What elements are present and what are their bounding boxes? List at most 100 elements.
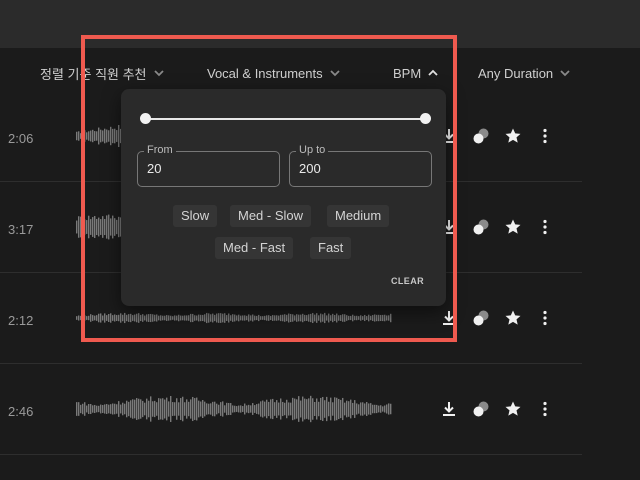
waveform-bar — [164, 399, 166, 419]
waveform-bar — [212, 313, 214, 323]
sort-filter[interactable]: 정렬 기준 직원 추천 — [40, 58, 165, 88]
slider-min-handle[interactable] — [140, 113, 151, 124]
duration-filter[interactable]: Any Duration — [478, 58, 571, 88]
chip-med-fast[interactable]: Med - Fast — [215, 237, 294, 259]
star-icon[interactable] — [504, 309, 522, 327]
waveform-bar — [202, 399, 204, 419]
waveform-bar — [272, 315, 274, 321]
waveform-bar — [160, 315, 162, 321]
waveform-bar — [356, 403, 358, 415]
track-duration: 2:12 — [8, 313, 34, 328]
waveform-bar — [86, 316, 88, 320]
more-vertical-icon[interactable] — [536, 218, 554, 236]
waveform-bar — [166, 315, 168, 321]
waveform-bar — [148, 400, 150, 418]
waveform-bar — [174, 402, 176, 416]
waveform-bar — [114, 128, 116, 144]
waveform-bar — [364, 314, 366, 322]
waveform-bar — [338, 315, 340, 321]
more-vertical-icon[interactable] — [536, 127, 554, 145]
waveform-bar — [354, 315, 356, 321]
bpm-filter[interactable]: BPM — [393, 58, 439, 88]
download-icon[interactable] — [440, 309, 458, 327]
bpm-from-input[interactable] — [147, 161, 267, 176]
waveform-bar — [222, 313, 224, 323]
chip-med-slow[interactable]: Med - Slow — [230, 205, 312, 227]
track-row[interactable]: 2:46 — [0, 364, 582, 455]
star-icon[interactable] — [504, 127, 522, 145]
chip-slow[interactable]: Slow — [173, 205, 218, 227]
waveform-bar — [240, 405, 242, 413]
waveform-bar — [270, 399, 272, 419]
waveform-bar — [236, 406, 238, 412]
waveform-bar — [92, 405, 94, 413]
bpm-range-slider[interactable] — [140, 113, 431, 124]
more-vertical-icon[interactable] — [536, 309, 554, 327]
similar-icon[interactable] — [472, 309, 490, 327]
similar-icon[interactable] — [472, 218, 490, 236]
waveform-bar — [76, 316, 78, 320]
waveform-bar — [308, 314, 310, 322]
waveform-bar — [238, 314, 240, 322]
star-icon[interactable] — [504, 400, 522, 418]
waveform-bar — [256, 404, 258, 414]
waveform-bar — [110, 313, 112, 323]
waveform-bar — [380, 314, 382, 322]
sort-filter-label: 정렬 기준 직원 추천 — [40, 66, 147, 82]
waveform-bar — [324, 312, 326, 324]
waveform-bar — [276, 400, 278, 418]
waveform-bar — [78, 131, 80, 141]
waveform-bar — [258, 314, 260, 322]
waveform-bar — [258, 403, 260, 415]
waveform-bar — [88, 131, 90, 141]
top-bar — [0, 0, 640, 48]
waveform-bar — [294, 398, 296, 420]
waveform-bar — [78, 315, 80, 321]
chip-fast[interactable]: Fast — [310, 237, 352, 259]
waveform-bar — [110, 404, 112, 414]
waveform-bar — [296, 399, 298, 419]
waveform-bar — [328, 313, 330, 323]
waveform-bar — [130, 400, 132, 418]
bpm-from-label: From — [144, 144, 176, 156]
waveform-bar — [226, 315, 228, 321]
waveform-bar — [122, 402, 124, 416]
waveform-bar — [88, 315, 90, 321]
waveform-bar — [288, 402, 290, 416]
bpm-upto-input[interactable] — [299, 161, 419, 176]
download-icon[interactable] — [440, 400, 458, 418]
waveform-bar — [146, 398, 148, 420]
waveform-bar — [80, 133, 82, 139]
waveform-bar — [138, 313, 140, 323]
bpm-upto-field[interactable]: Up to — [289, 144, 432, 187]
waveform[interactable] — [76, 389, 396, 429]
chip-medium[interactable]: Medium — [327, 205, 390, 227]
waveform-bar — [180, 398, 182, 420]
waveform-bar — [262, 316, 264, 320]
waveform-bar — [230, 315, 232, 321]
waveform-bar — [278, 315, 280, 321]
waveform-bar — [160, 398, 162, 420]
waveform-bar — [120, 313, 122, 323]
clear-button[interactable]: CLEAR — [391, 276, 424, 286]
waveform-bar — [210, 403, 212, 415]
bpm-upto-label: Up to — [296, 144, 329, 156]
similar-icon[interactable] — [472, 400, 490, 418]
similar-icon[interactable] — [472, 127, 490, 145]
waveform-bar — [100, 219, 102, 235]
waveform-bar — [370, 403, 372, 415]
track-actions — [440, 309, 554, 327]
slider-max-handle[interactable] — [420, 113, 431, 124]
vocal-filter[interactable]: Vocal & Instruments — [207, 58, 341, 88]
waveform-bar — [106, 215, 108, 239]
star-icon[interactable] — [504, 218, 522, 236]
waveform-bar — [264, 315, 266, 321]
waveform-bar — [194, 315, 196, 321]
waveform-bar — [154, 400, 156, 418]
waveform-bar — [390, 313, 392, 323]
bpm-from-field[interactable]: From — [137, 144, 280, 187]
waveform-bar — [382, 314, 384, 322]
waveform-bar — [204, 314, 206, 322]
more-vertical-icon[interactable] — [536, 400, 554, 418]
waveform-bar — [144, 402, 146, 416]
